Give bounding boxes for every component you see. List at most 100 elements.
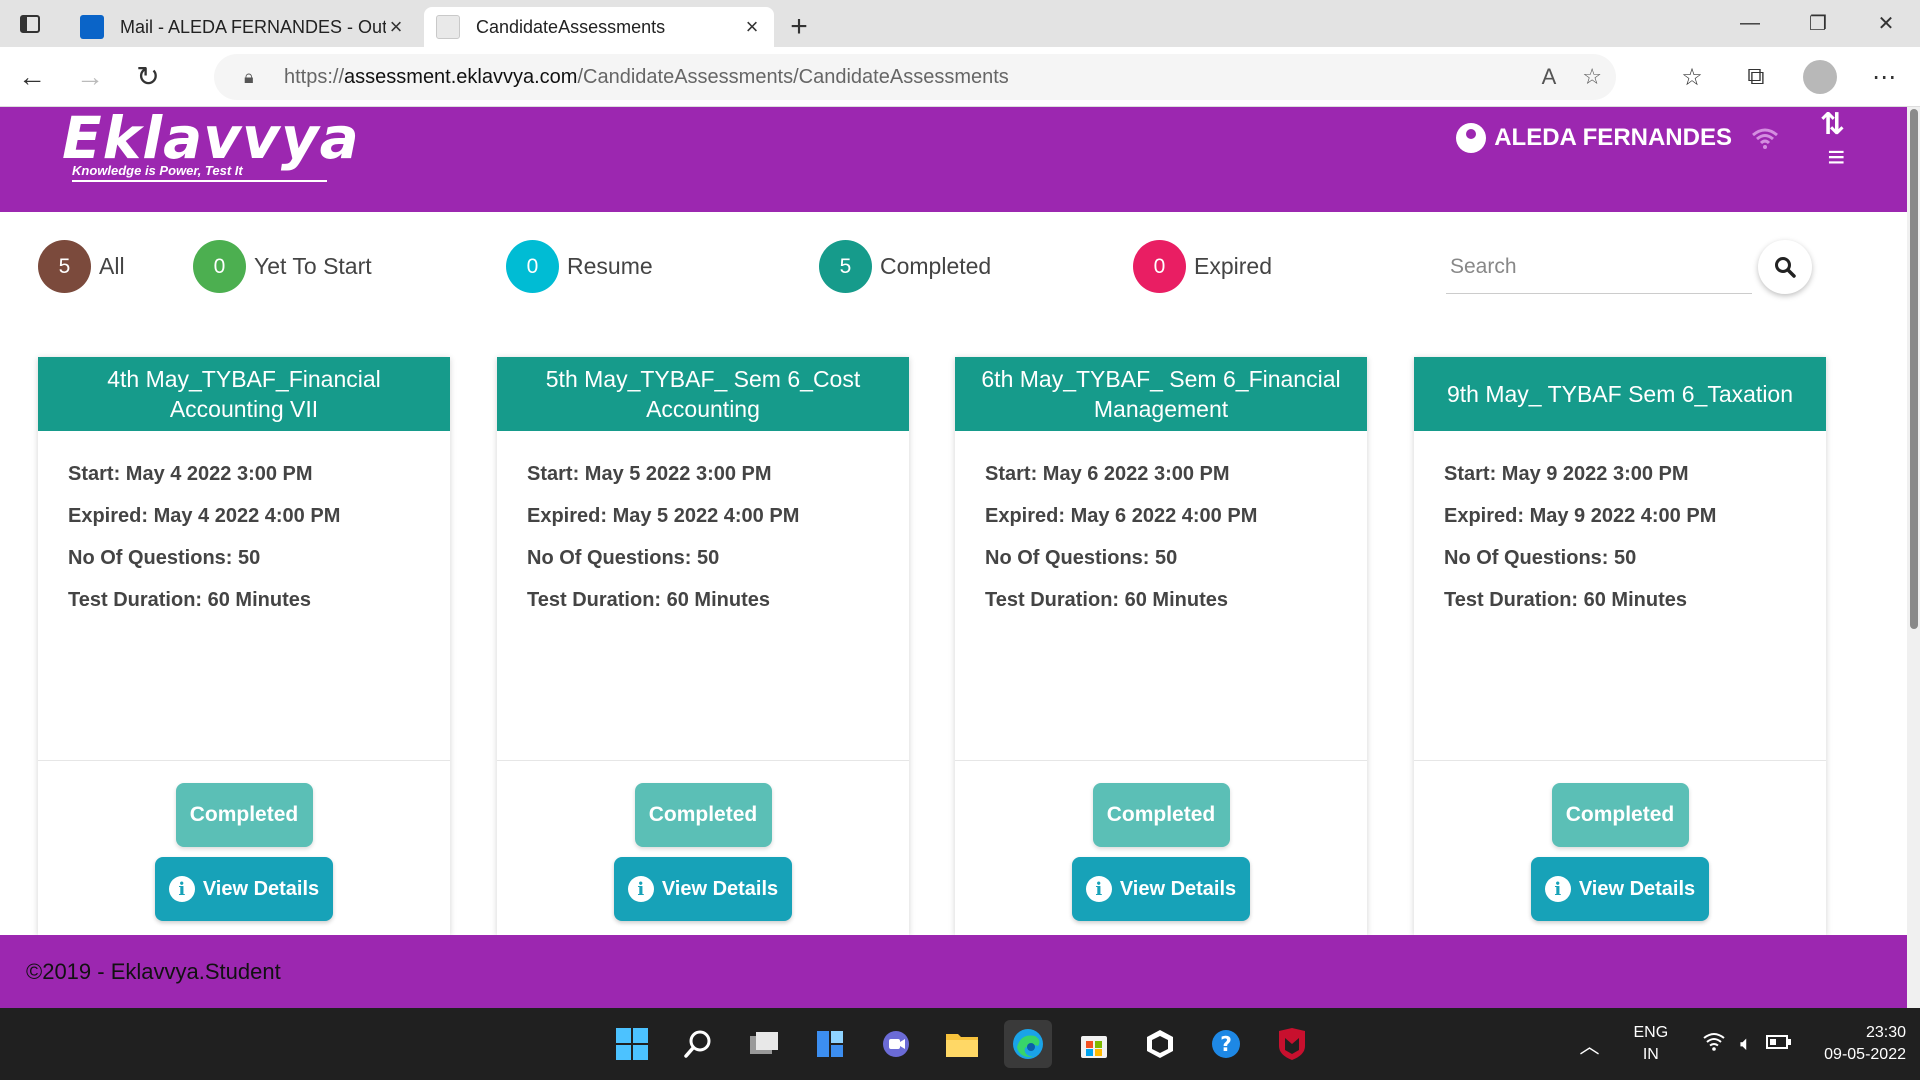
collections-icon[interactable]: ⧉ [1734, 55, 1778, 99]
question-count: No Of Questions: 50 [985, 547, 1178, 569]
site-logo[interactable]: Eklavvya Knowledge is Power, Test It [62, 107, 360, 182]
more-options-icon[interactable]: ⋯ [1862, 55, 1906, 99]
chevron-up-icon[interactable]: ︿ [1579, 1030, 1599, 1059]
assessment-card: 5th May_TYBAF_ Sem 6_Cost Accounting Sta… [497, 357, 909, 935]
search-icon[interactable] [674, 1020, 722, 1068]
outlook-icon [80, 15, 104, 39]
filter-label: Yet To Start [254, 253, 372, 279]
view-details-label: View Details [202, 877, 320, 900]
search-icon [1775, 257, 1796, 278]
file-explorer-icon[interactable] [938, 1020, 986, 1068]
forward-icon[interactable]: → [64, 51, 116, 103]
url-prefix: https:// [284, 65, 345, 88]
refresh-icon[interactable]: ↻ [122, 51, 174, 103]
filter-yet-to-start[interactable]: 0 Yet To Start [193, 240, 372, 293]
page-scrollbar[interactable] [1907, 107, 1920, 1008]
filter-all[interactable]: 5 All [38, 240, 125, 293]
chat-icon[interactable] [872, 1020, 920, 1068]
edge-browser-icon[interactable] [1004, 1020, 1052, 1068]
date: 09-05-2022 [1824, 1046, 1906, 1063]
expiry-time: Expired: May 6 2022 4:00 PM [985, 505, 1258, 527]
completed-status-button[interactable]: Completed [175, 783, 313, 847]
wifi-icon [1751, 127, 1779, 156]
toolbar-right: ☆ ⧉ ⋯ [1670, 54, 1906, 100]
info-icon: i [1544, 876, 1571, 902]
app-icon[interactable] [1136, 1020, 1184, 1068]
volume-icon[interactable]: 🔈︎ [1740, 1033, 1752, 1056]
filter-label: All [99, 253, 125, 279]
copyright-text: ©2019 - Eklavvya.Student [26, 958, 281, 984]
tab-title: CandidateAssessments [476, 16, 666, 37]
restore-icon[interactable]: ❐ [1784, 0, 1852, 47]
lock-icon[interactable]: 🔒︎ [244, 67, 264, 88]
view-details-label: View Details [1119, 877, 1237, 900]
sort-icon[interactable]: ⇅ [1820, 107, 1845, 142]
task-view-icon[interactable] [740, 1020, 788, 1068]
system-tray: ︿ ENG IN 🔈︎ 23:30 09-05-2022 [1579, 1008, 1906, 1080]
help-icon[interactable]: ? [1202, 1020, 1250, 1068]
assessment-card: 4th May_TYBAF_Financial Accounting VII S… [38, 357, 450, 935]
assessment-card: 6th May_TYBAF_ Sem 6_Financial Managemen… [955, 357, 1367, 935]
browser-toolbar: ← → ↻ 🔒︎ https://assessment.eklavvya.com… [0, 47, 1920, 107]
view-details-button[interactable]: i View Details [1072, 857, 1250, 921]
info-icon: i [168, 876, 195, 902]
card-actions: Completed i View Details [497, 761, 909, 921]
view-details-button[interactable]: i View Details [614, 857, 792, 921]
expiry-time: Expired: May 4 2022 4:00 PM [68, 505, 341, 527]
battery-icon[interactable] [1766, 1033, 1792, 1056]
filter-completed[interactable]: 5 Completed [819, 240, 991, 293]
view-details-button[interactable]: i View Details [1531, 857, 1709, 921]
avatar [1803, 60, 1837, 94]
close-window-icon[interactable]: ✕ [1852, 0, 1920, 47]
card-title: 5th May_TYBAF_ Sem 6_Cost Accounting [497, 357, 909, 431]
close-icon[interactable]: × [742, 14, 762, 40]
filter-label: Expired [1194, 253, 1272, 279]
completed-status-button[interactable]: Completed [1551, 783, 1689, 847]
filter-resume[interactable]: 0 Resume [506, 240, 653, 293]
read-aloud-icon[interactable]: A [1542, 64, 1557, 90]
back-icon[interactable]: ← [6, 51, 58, 103]
language-indicator[interactable]: ENG IN [1633, 1022, 1668, 1066]
assessment-card: 9th May_ TYBAF Sem 6_Taxation Start: May… [1414, 357, 1826, 935]
store-icon[interactable] [1070, 1020, 1118, 1068]
tab-mail[interactable]: Mail - ALEDA FERNANDES - Outl × [68, 7, 418, 47]
search-button[interactable] [1758, 240, 1812, 294]
clock[interactable]: 23:30 09-05-2022 [1824, 1022, 1906, 1066]
tab-actions-icon[interactable] [0, 0, 60, 47]
window-controls: — ❐ ✕ [1716, 0, 1920, 47]
scrollbar-thumb[interactable] [1910, 109, 1918, 629]
close-icon[interactable]: × [386, 14, 406, 40]
tab-candidate-assessments[interactable]: CandidateAssessments × [424, 7, 774, 47]
address-bar[interactable]: 🔒︎ https://assessment.eklavvya.com/Candi… [214, 54, 1616, 100]
completed-status-button[interactable]: Completed [634, 783, 772, 847]
svg-text:?: ? [1220, 1032, 1232, 1056]
add-favorite-icon[interactable]: ☆ [1582, 64, 1602, 90]
card-title: 6th May_TYBAF_ Sem 6_Financial Managemen… [955, 357, 1367, 431]
filter-expired[interactable]: 0 Expired [1133, 240, 1272, 293]
minimize-icon[interactable]: — [1716, 0, 1784, 47]
start-time: Start: May 6 2022 3:00 PM [985, 463, 1230, 485]
test-duration: Test Duration: 60 Minutes [985, 589, 1228, 611]
mcafee-icon[interactable] [1268, 1020, 1316, 1068]
card-body: Start: May 4 2022 3:00 PM Expired: May 4… [38, 431, 450, 761]
status-filters: 5 All 0 Yet To Start 0 Resume 5 Complete… [38, 240, 1818, 296]
profile-icon[interactable] [1798, 55, 1842, 99]
widgets-icon[interactable] [806, 1020, 854, 1068]
user-name: ALEDA FERNANDES [1494, 124, 1732, 151]
info-icon: i [627, 876, 654, 902]
info-icon: i [1085, 876, 1112, 902]
user-profile[interactable]: ALEDA FERNANDES [1456, 123, 1732, 153]
view-details-button[interactable]: i View Details [155, 857, 333, 921]
favorites-icon[interactable]: ☆ [1670, 55, 1714, 99]
search-input[interactable] [1450, 254, 1752, 279]
new-tab-button[interactable]: + [774, 7, 824, 47]
filter-count: 0 [193, 240, 246, 293]
view-details-label: View Details [1578, 877, 1696, 900]
test-duration: Test Duration: 60 Minutes [527, 589, 770, 611]
wifi-icon[interactable] [1702, 1031, 1726, 1057]
hamburger-menu-icon[interactable]: ≡ [1827, 141, 1845, 175]
filter-count: 0 [506, 240, 559, 293]
completed-status-button[interactable]: Completed [1092, 783, 1230, 847]
start-icon[interactable] [608, 1020, 656, 1068]
browser-tab-strip: Mail - ALEDA FERNANDES - Outl × Candidat… [0, 0, 1920, 47]
